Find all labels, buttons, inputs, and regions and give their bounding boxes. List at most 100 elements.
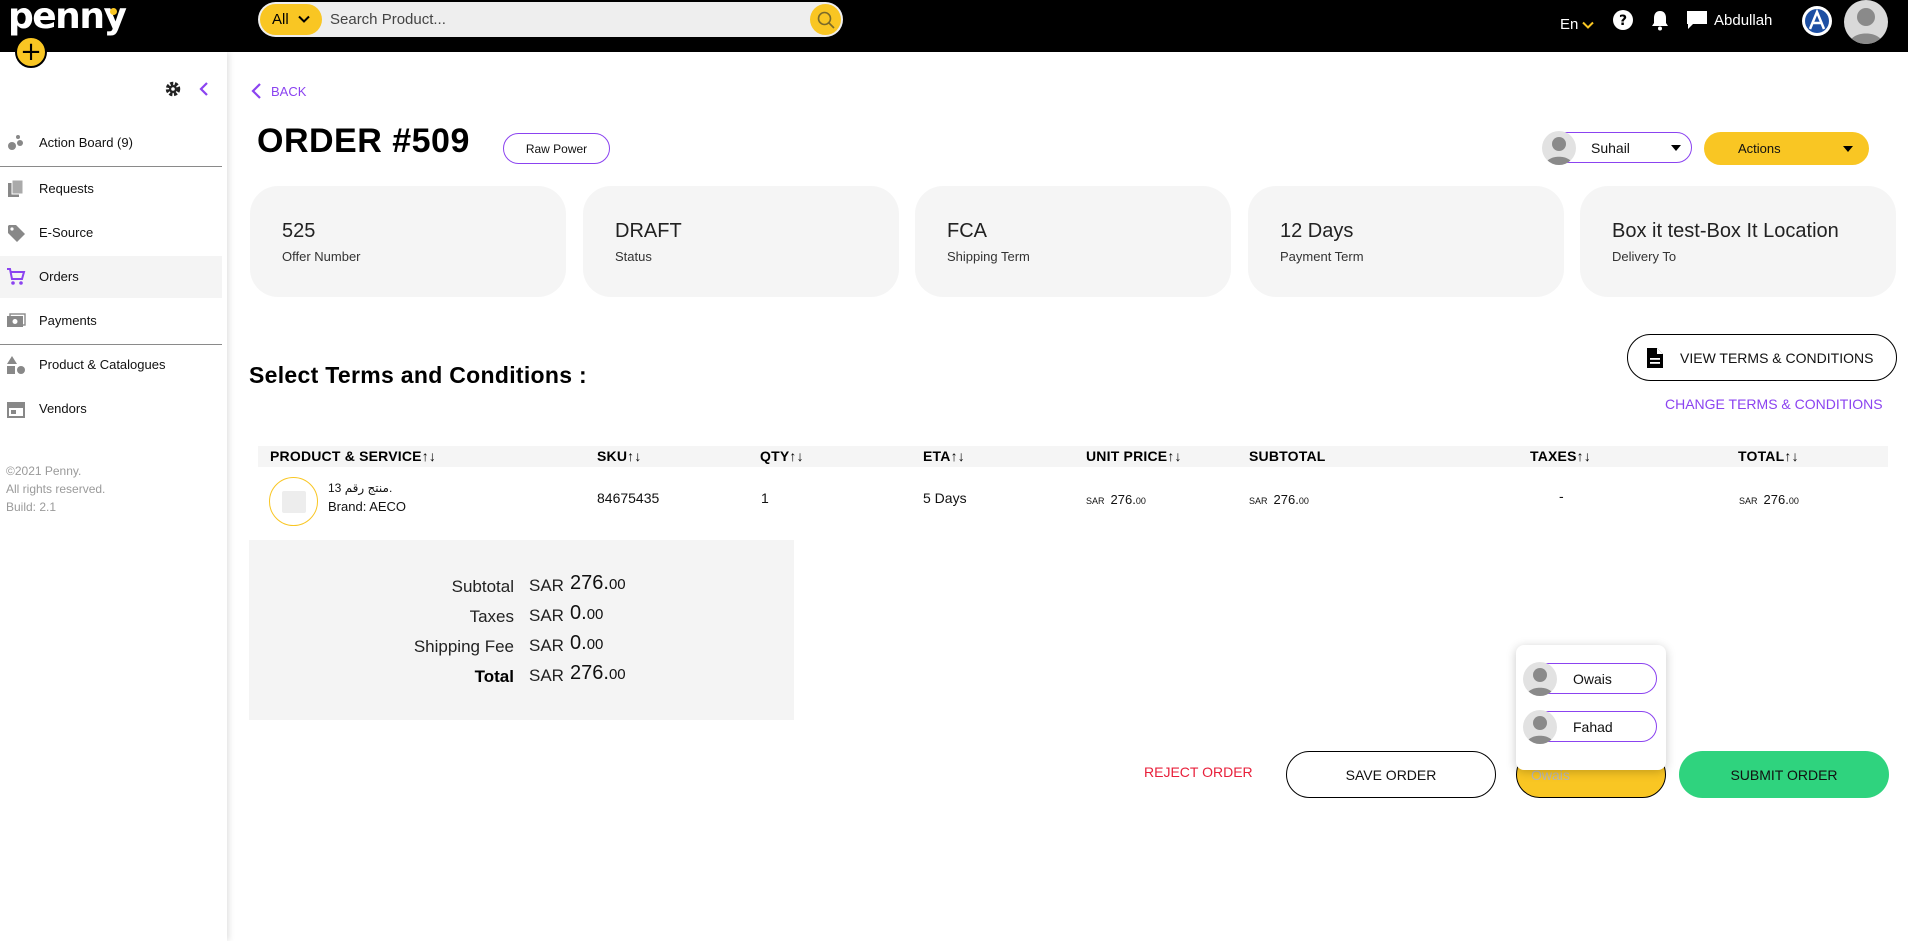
sidebar-item-label: Action Board (9) — [39, 135, 133, 150]
summary-row-shipping-fee: Shipping Fee SAR 0.00 — [249, 630, 794, 660]
summary-row-subtotal: Subtotal SAR 276.00 — [249, 570, 794, 600]
avatar-placeholder-icon — [1545, 137, 1573, 165]
summary-label: Taxes — [469, 607, 514, 626]
column-header-eta[interactable]: ETA↑↓ — [923, 448, 965, 464]
info-card-delivery-to: Box it test-Box It Location Delivery To — [1580, 186, 1896, 297]
build-text: Build: 2.1 — [6, 500, 57, 514]
caret-down-icon — [1671, 145, 1681, 151]
card-label: Status — [615, 249, 652, 264]
column-header-taxes[interactable]: TAXES↑↓ — [1530, 448, 1591, 464]
sidebar-item-payments[interactable]: Payments — [0, 300, 222, 342]
subtotal-value: SAR 276.00 — [1249, 492, 1309, 507]
product-thumbnail[interactable] — [269, 477, 318, 526]
search-bar: All — [258, 2, 843, 37]
approver-option-owais[interactable]: Owais — [1523, 662, 1657, 696]
back-link[interactable]: BACK — [250, 82, 306, 100]
caret-down-icon — [1843, 146, 1853, 152]
language-label: En — [1560, 16, 1579, 33]
sidebar-item-e-source[interactable]: E-Source — [0, 212, 222, 254]
requests-icon — [8, 179, 24, 197]
sidebar-item-vendors[interactable]: Vendors — [0, 388, 222, 430]
avatar — [1523, 662, 1557, 696]
gear-icon[interactable] — [164, 80, 182, 98]
view-terms-button[interactable]: VIEW TERMS & CONDITIONS — [1627, 334, 1897, 381]
submit-order-button[interactable]: SUBMIT ORDER — [1679, 751, 1889, 798]
unit-price-value: SAR 276.00 — [1086, 492, 1146, 507]
language-selector[interactable]: En — [1560, 16, 1595, 33]
approver-option-fahad[interactable]: Fahad — [1523, 710, 1657, 744]
chevron-down-icon — [298, 15, 310, 23]
card-label: Offer Number — [282, 249, 361, 264]
shopping-cart-icon — [7, 268, 26, 285]
search-button[interactable] — [810, 4, 841, 35]
help-icon[interactable]: ? — [1612, 9, 1634, 31]
column-header-sku[interactable]: SKU↑↓ — [597, 448, 642, 464]
back-label: BACK — [271, 83, 307, 99]
table-header: PRODUCT & SERVICE↑↓ SKU↑↓ QTY↑↓ ETA↑↓ UN… — [258, 446, 1888, 467]
page-title: ORDER #509 — [257, 122, 470, 160]
search-category-label: All — [272, 11, 289, 28]
order-tag-badge[interactable]: Raw Power — [503, 133, 610, 164]
column-header-product[interactable]: PRODUCT & SERVICE↑↓ — [270, 448, 436, 464]
sidebar-item-action-board[interactable]: Action Board (9) — [0, 122, 222, 164]
payments-icon — [7, 313, 26, 327]
sidebar-item-label: Vendors — [39, 401, 87, 416]
column-header-total[interactable]: TOTAL↑↓ — [1738, 448, 1799, 464]
sidebar-tools — [164, 80, 210, 98]
actions-dropdown-button[interactable]: Actions — [1704, 132, 1869, 165]
sort-icon: ↑↓ — [421, 448, 437, 464]
sidebar-item-orders[interactable]: Orders — [0, 256, 222, 298]
change-terms-link[interactable]: CHANGE TERMS & CONDITIONS — [1665, 396, 1883, 412]
avatar-placeholder-icon — [1849, 8, 1883, 44]
column-header-qty[interactable]: QTY↑↓ — [760, 448, 804, 464]
info-card-offer-number: 525 Offer Number — [250, 186, 566, 297]
save-order-button[interactable]: SAVE ORDER — [1286, 751, 1496, 798]
search-category-select[interactable]: All — [260, 4, 322, 35]
sidebar-item-label: Payments — [39, 313, 97, 328]
sort-icon: ↑↓ — [1784, 448, 1799, 464]
tag-icon — [8, 225, 25, 242]
summary-currency: SAR — [529, 576, 564, 595]
summary-currency: SAR — [529, 606, 564, 625]
penny-logo[interactable]: penny — [8, 0, 127, 37]
add-new-button[interactable]: + — [15, 36, 47, 68]
approver-name: Owais — [1573, 671, 1612, 687]
notification-bell-icon[interactable] — [1650, 9, 1670, 31]
chevron-left-icon — [251, 83, 261, 99]
assignee-select[interactable]: Suhail — [1542, 131, 1692, 165]
chat-icon[interactable] — [1686, 10, 1708, 30]
sidebar-item-label: E-Source — [39, 225, 94, 240]
avatar — [1542, 131, 1576, 165]
rights-text: All rights reserved. — [6, 482, 106, 496]
card-label: Payment Term — [1280, 249, 1364, 264]
card-value: DRAFT — [615, 220, 682, 242]
current-user-name[interactable]: Abdullah — [1714, 12, 1772, 29]
store-icon — [7, 402, 25, 418]
company-logo-icon[interactable] — [1801, 5, 1833, 37]
sort-icon: ↑↓ — [950, 448, 965, 464]
summary-value: 0.00 — [570, 602, 604, 624]
collapse-sidebar-icon[interactable] — [198, 81, 210, 97]
info-card-payment-term: 12 Days Payment Term — [1248, 186, 1564, 297]
column-header-unit-price[interactable]: UNIT PRICE↑↓ — [1086, 448, 1182, 464]
product-qty: 1 — [761, 490, 769, 506]
document-icon — [1647, 347, 1663, 368]
sidebar-item-requests[interactable]: Requests — [0, 168, 222, 210]
summary-label: Total — [474, 667, 514, 686]
card-label: Shipping Term — [947, 249, 1030, 264]
product-eta: 5 Days — [923, 490, 967, 506]
taxes-value: - — [1559, 488, 1564, 504]
avatar-placeholder-icon — [1526, 668, 1554, 696]
reject-order-button[interactable]: REJECT ORDER — [1144, 764, 1253, 780]
summary-value: 276.00 — [570, 572, 626, 594]
shapes-icon — [7, 356, 25, 374]
user-avatar[interactable] — [1844, 0, 1888, 44]
sidebar-item-product-catalogues[interactable]: Product & Catalogues — [0, 344, 222, 386]
summary-label: Subtotal — [451, 577, 514, 596]
total-value: SAR 276.00 — [1739, 492, 1799, 507]
sidebar: Action Board (9) Requests E-Source Order… — [0, 52, 227, 941]
summary-currency: SAR — [529, 666, 564, 685]
card-value: 525 — [282, 220, 316, 242]
search-input[interactable] — [330, 6, 760, 33]
card-value: FCA — [947, 220, 987, 242]
